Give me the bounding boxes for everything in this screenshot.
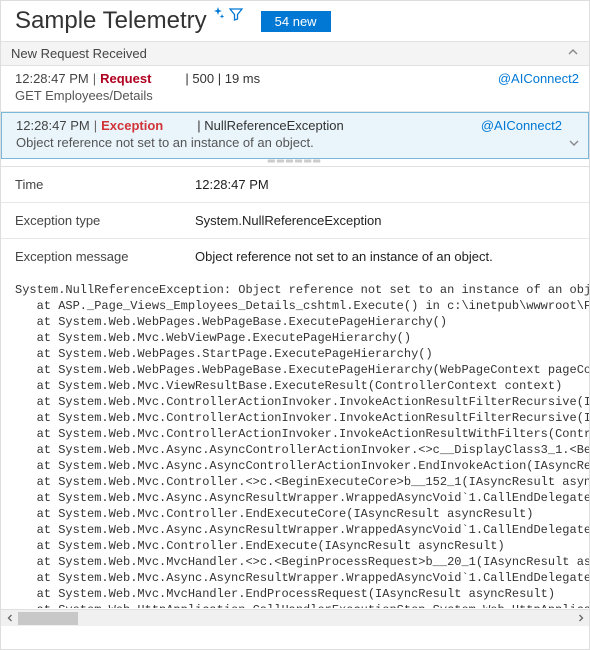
detail-value: 12:28:47 PM [195,177,575,192]
details-panel: Time 12:28:47 PM Exception type System.N… [1,167,589,274]
splitter-gripper-icon[interactable]: ══════ [1,159,589,167]
detail-label: Time [15,177,195,192]
new-items-badge[interactable]: 54 new [261,11,331,32]
detail-label: Exception message [15,249,195,264]
entry-machine: @AIConnect2 [481,118,562,133]
page-title: Sample Telemetry [15,7,207,35]
entry-subline: Object reference not set to an instance … [16,135,578,150]
detail-value: Object reference not set to an instance … [195,249,575,264]
sparkle-icon[interactable] [211,7,225,21]
horizontal-scrollbar[interactable] [1,609,589,626]
section-header[interactable]: New Request Received [1,41,589,66]
detail-label: Exception type [15,213,195,228]
scroll-right-icon[interactable] [572,610,589,627]
entry-machine: @AIConnect2 [498,71,579,86]
scroll-left-icon[interactable] [1,610,18,627]
stack-trace-container: System.NullReferenceException: Object re… [1,278,589,626]
scrollbar-thumb[interactable] [18,612,78,625]
entry-subline: GET Employees/Details [15,88,579,103]
detail-row-type: Exception type System.NullReferenceExcep… [1,203,589,239]
chevron-down-icon[interactable] [568,137,580,152]
scrollbar-track[interactable] [18,610,572,627]
detail-row-time: Time 12:28:47 PM [1,167,589,203]
telemetry-entry-request[interactable]: 12:28:47 PM | Request | 500 | 19 ms GET … [1,66,589,112]
filter-icon[interactable] [229,7,243,24]
telemetry-entry-exception[interactable]: 12:28:47 PM | Exception | NullReferenceE… [1,112,589,159]
detail-row-message: Exception message Object reference not s… [1,239,589,274]
detail-value: System.NullReferenceException [195,213,575,228]
header: Sample Telemetry 54 new [1,1,589,41]
entry-status: | 500 | 19 ms [185,71,260,86]
section-title: New Request Received [11,46,147,61]
entry-time: 12:28:47 PM [15,71,89,86]
entry-exception-name: | NullReferenceException [197,118,343,133]
chevron-up-icon[interactable] [567,46,579,61]
entry-time: 12:28:47 PM [16,118,90,133]
stack-trace-text[interactable]: System.NullReferenceException: Object re… [1,278,589,608]
entry-type-label: Request [100,71,151,86]
entry-type-label: Exception [101,118,163,133]
